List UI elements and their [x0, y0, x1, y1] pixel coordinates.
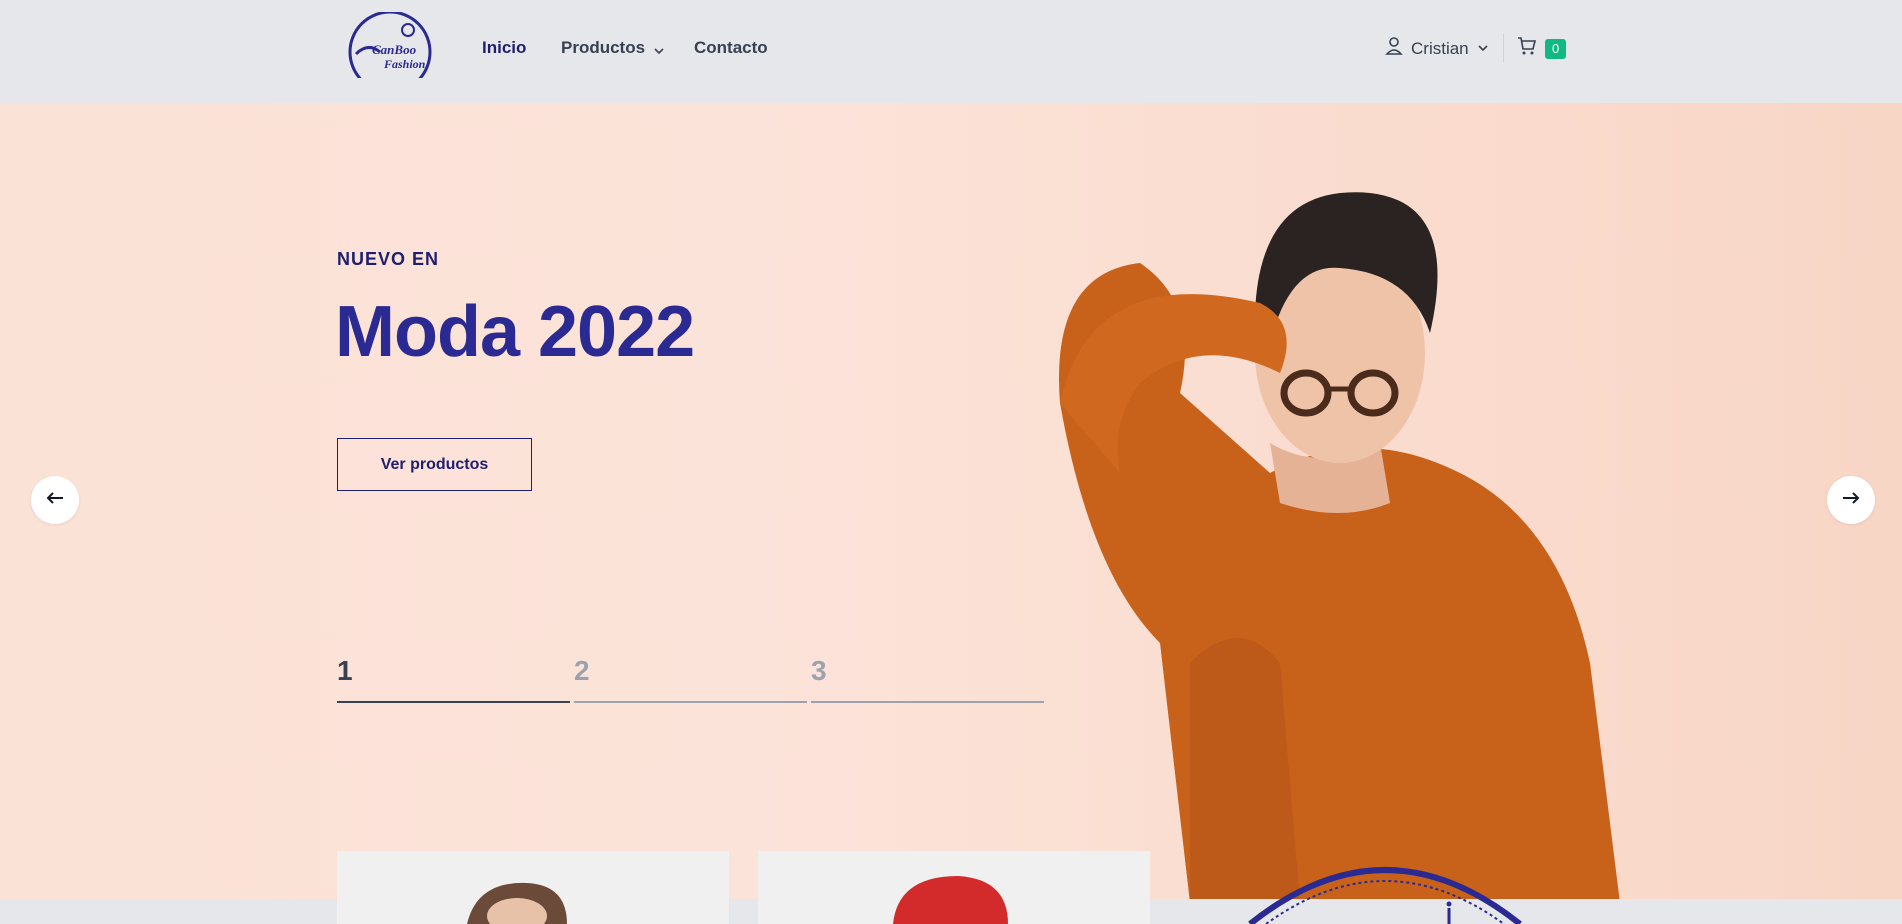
slide-tab-bar — [574, 701, 807, 703]
nav-productos-label: Productos — [561, 38, 646, 57]
brand-seal-graphic — [1240, 856, 1530, 924]
cart-icon — [1517, 36, 1537, 61]
next-slide-button[interactable] — [1827, 476, 1875, 524]
category-card[interactable] — [758, 851, 1150, 924]
nav-contacto[interactable]: Contacto — [694, 38, 768, 58]
slide-tab-label: 3 — [811, 655, 827, 686]
arrow-right-icon — [1841, 491, 1861, 510]
hero-model-image — [1059, 192, 1620, 899]
arrow-left-icon — [45, 491, 65, 510]
svg-text:CanBoo: CanBoo — [372, 42, 417, 57]
nav-inicio[interactable]: Inicio — [482, 38, 526, 58]
site-header: CanBoo Fashion Inicio Productos Contacto… — [0, 0, 1902, 103]
category-card-image — [467, 882, 567, 924]
category-card[interactable] — [337, 851, 729, 924]
slide-pager: 1 2 3 — [337, 655, 1044, 703]
view-products-button[interactable]: Ver productos — [337, 438, 532, 491]
slide-tab-label: 1 — [337, 655, 353, 686]
slide-tab-label: 2 — [574, 655, 590, 686]
user-icon — [1385, 36, 1403, 61]
cart-count-badge: 0 — [1545, 38, 1567, 59]
cart-button[interactable]: 0 — [1517, 36, 1567, 61]
slide-tab-bar — [337, 701, 570, 703]
brand-logo[interactable]: CanBoo Fashion — [346, 10, 434, 94]
nav-contacto-label: Contacto — [694, 38, 768, 57]
chevron-down-icon — [653, 42, 665, 55]
chevron-down-icon — [1477, 39, 1489, 59]
header-divider — [1503, 34, 1504, 62]
slide-tab-bar — [811, 701, 1044, 703]
slide-tab-2[interactable]: 2 — [574, 655, 807, 703]
hero-title: Moda 2022 — [335, 292, 695, 372]
prev-slide-button[interactable] — [31, 476, 79, 524]
user-name: Cristian — [1411, 38, 1469, 58]
user-menu[interactable]: Cristian — [1385, 36, 1489, 61]
svg-text:Fashion: Fashion — [383, 57, 426, 71]
nav-productos[interactable]: Productos — [561, 38, 665, 58]
slide-tab-1[interactable]: 1 — [337, 655, 570, 703]
hero-slider: NUEVO EN Moda 2022 Ver productos 1 2 3 — [0, 103, 1902, 899]
nav-inicio-label: Inicio — [482, 38, 527, 57]
slide-tab-3[interactable]: 3 — [811, 655, 1044, 703]
category-card-image — [893, 876, 1008, 924]
hero-eyebrow: NUEVO EN — [337, 249, 440, 269]
